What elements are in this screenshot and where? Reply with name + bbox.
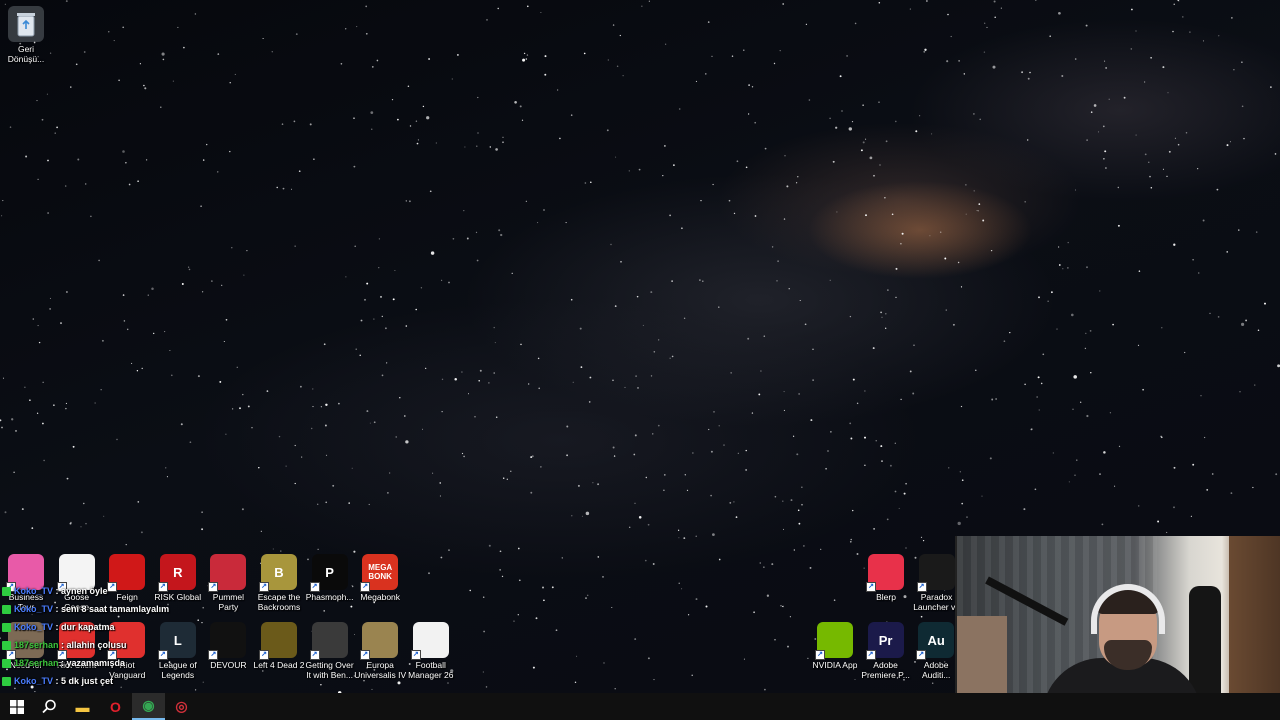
shortcut-arrow-icon: ↗ bbox=[309, 650, 320, 660]
football-manager-shortcut[interactable]: ↗ Football Manager 26 bbox=[405, 622, 457, 680]
nvidia-shortcut[interactable]: ↗ NVIDIA App bbox=[809, 622, 861, 670]
record-icon: ◎ bbox=[175, 698, 188, 714]
shortcut-arrow-icon: ↗ bbox=[360, 650, 371, 660]
football-manager-icon: ↗ bbox=[410, 622, 449, 660]
shortcut-label: Escape the Backrooms bbox=[257, 592, 301, 612]
chat-username: Koko_TV bbox=[14, 622, 54, 632]
chat-message: Koko_TV : 5 dk just çet bbox=[2, 672, 212, 690]
windows-start-icon bbox=[9, 699, 24, 714]
taskbar-opera-button[interactable]: O bbox=[99, 693, 132, 720]
shortcut-label: Football Manager 26 bbox=[408, 660, 454, 680]
adobe-audition-icon: Au ↗ bbox=[916, 622, 955, 660]
chat-message: Koko_TV : aynen öyle bbox=[2, 582, 212, 600]
shortcut-arrow-icon: ↗ bbox=[815, 650, 825, 660]
recycle-bin-icon bbox=[8, 6, 44, 42]
taskbar-obs-button[interactable]: ◎ bbox=[165, 693, 198, 720]
europa-universalis-shortcut[interactable]: ↗ Europa Universalis IV bbox=[354, 622, 406, 680]
chat-message: 187serhan : yazamamışda bbox=[2, 654, 212, 672]
adobe-premiere-shortcut[interactable]: Pr ↗ Adobe Premiere P... bbox=[860, 622, 912, 680]
chat-text: : seni 8 saat tamamlayalım bbox=[53, 604, 170, 614]
shortcut-label: Europa Universalis IV bbox=[354, 660, 407, 680]
recycle-bin-shortcut[interactable]: Geri Dönüşü... bbox=[0, 6, 52, 64]
chat-text: : dur kapatma bbox=[53, 622, 115, 632]
shortcut-arrow-icon: ↗ bbox=[916, 650, 927, 660]
hammer-shortcut[interactable]: ↗ Getting Over It with Ben... bbox=[304, 622, 356, 680]
chat-badge-icon bbox=[2, 659, 11, 669]
left4dead2-shortcut[interactable]: ↗ Left 4 Dead 2 bbox=[253, 622, 305, 670]
start-button[interactable] bbox=[0, 693, 33, 720]
search-icon bbox=[42, 699, 56, 714]
chat-username: Koko_TV bbox=[14, 604, 54, 614]
chat-badge-icon bbox=[2, 587, 11, 597]
taskbar-file-explorer-button[interactable]: ▬ bbox=[66, 693, 99, 720]
chat-text: : 5 dk just çet bbox=[53, 676, 114, 686]
shortcut-label: Blerp bbox=[876, 592, 896, 602]
shortcut-arrow-icon: ↗ bbox=[360, 582, 371, 592]
chrome-icon: ◉ bbox=[142, 697, 155, 713]
chat-username: Koko_TV bbox=[14, 586, 54, 596]
folder-icon: ▬ bbox=[75, 698, 90, 715]
shortcut-label: Megabonk bbox=[360, 592, 401, 602]
chat-badge-icon bbox=[2, 623, 11, 633]
chat-username: 187serhan bbox=[14, 658, 59, 668]
taskbar-pinned-apps: ▬ O ◉ ◎ bbox=[66, 693, 198, 720]
chat-username: Koko_TV bbox=[14, 676, 54, 686]
megabonk-shortcut[interactable]: MEGA BONK ↗ Megabonk bbox=[354, 554, 406, 602]
blerp-icon: ↗ bbox=[866, 554, 904, 592]
shortcut-arrow-icon: ↗ bbox=[865, 650, 876, 660]
paradox-launcher-icon: ↗ bbox=[916, 554, 955, 592]
backrooms-icon: B ↗ bbox=[259, 554, 297, 592]
icon-glyph: R bbox=[173, 564, 183, 580]
chat-badge-icon bbox=[2, 677, 11, 687]
shortcut-label: NVIDIA App bbox=[812, 660, 858, 670]
shortcut-label: Adobe Premiere P... bbox=[861, 660, 910, 680]
chat-badge-icon bbox=[2, 605, 11, 615]
chat-message: 187serhan : allahin çolusu bbox=[2, 636, 212, 654]
shortcut-arrow-icon: ↗ bbox=[259, 582, 269, 592]
adobe-premiere-icon: Pr ↗ bbox=[865, 622, 904, 660]
phasmophobia-shortcut[interactable]: P ↗ Phasmoph... bbox=[304, 554, 356, 602]
shortcut-arrow-icon: ↗ bbox=[866, 582, 876, 592]
shortcut-arrow-icon: ↗ bbox=[259, 650, 269, 660]
chat-message: Koko_TV : seni 8 saat tamamlayalım bbox=[2, 600, 212, 618]
recycle-bin-label: Geri Dönüşü... bbox=[7, 44, 45, 64]
chat-text: : aynen öyle bbox=[53, 586, 108, 596]
icon-glyph: Au bbox=[927, 632, 945, 648]
stream-chat-overlay: Koko_TV : aynen öyle Koko_TV : seni 8 saa… bbox=[2, 582, 212, 690]
icon-glyph: Pr bbox=[878, 632, 893, 648]
europa-universalis-icon: ↗ bbox=[360, 622, 399, 660]
shortcut-arrow-icon: ↗ bbox=[916, 582, 927, 592]
backrooms-shortcut[interactable]: B ↗ Escape the Backrooms bbox=[253, 554, 305, 612]
megabonk-icon: MEGA BONK ↗ bbox=[360, 554, 399, 592]
shortcut-arrow-icon: ↗ bbox=[410, 650, 421, 660]
icon-glyph: B bbox=[274, 564, 284, 580]
taskbar: ▬ O ◉ ◎ bbox=[0, 693, 1280, 720]
phasmophobia-icon: P ↗ bbox=[309, 554, 348, 592]
hammer-icon: ↗ bbox=[309, 622, 348, 660]
taskbar-chrome-button[interactable]: ◉ bbox=[132, 693, 165, 720]
shortcut-label: Getting Over It with Ben... bbox=[305, 660, 354, 680]
chat-username: 187serhan bbox=[14, 640, 59, 650]
chat-badge-icon bbox=[2, 641, 11, 651]
left4dead2-icon: ↗ bbox=[259, 622, 297, 660]
devour-icon: ↗ bbox=[208, 622, 247, 660]
icon-glyph: P bbox=[325, 564, 334, 580]
pummel-party-icon: ↗ bbox=[208, 554, 247, 592]
shortcut-label: Left 4 Dead 2 bbox=[253, 660, 305, 670]
nvidia-icon: ↗ bbox=[815, 622, 853, 660]
chat-text: : yazamamışda bbox=[58, 658, 126, 668]
shortcut-arrow-icon: ↗ bbox=[309, 582, 320, 592]
shortcut-label: DEVOUR bbox=[210, 660, 247, 670]
icon-glyph: MEGA BONK bbox=[368, 563, 393, 581]
opera-icon: O bbox=[110, 698, 121, 715]
chat-message: Koko_TV : dur kapatma bbox=[2, 618, 212, 636]
shortcut-label: Phasmoph... bbox=[305, 592, 354, 602]
chat-text: : allahin çolusu bbox=[58, 640, 127, 650]
search-button[interactable] bbox=[33, 693, 66, 720]
blerp-shortcut[interactable]: ↗ Blerp bbox=[860, 554, 912, 602]
